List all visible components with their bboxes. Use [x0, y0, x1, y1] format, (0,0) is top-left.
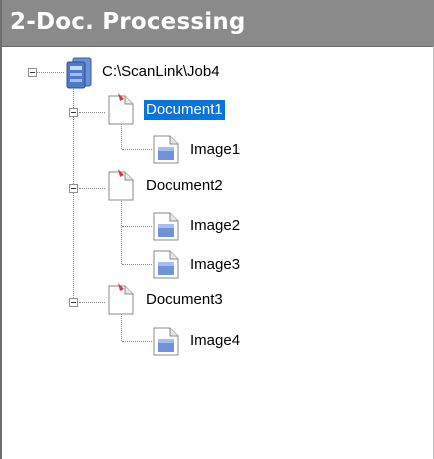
image-icon: [153, 250, 179, 279]
tree-connector: [36, 72, 64, 73]
tree-node-document2[interactable]: Document2: [144, 176, 225, 196]
tree-connector: [79, 302, 105, 303]
tree-node-image4[interactable]: Image4: [188, 331, 242, 351]
tree-node-document1[interactable]: Document1: [144, 100, 225, 120]
tree-node-image3[interactable]: Image3: [188, 255, 242, 275]
image-icon: [153, 327, 179, 356]
tree-connector: [121, 195, 122, 264]
tree-connector: [122, 149, 152, 150]
collapse-toggle-root[interactable]: [28, 68, 37, 77]
collapse-toggle-document3[interactable]: [69, 298, 78, 307]
tree-connector: [122, 341, 152, 342]
tree-root-label[interactable]: C:\ScanLink\Job4: [100, 62, 222, 82]
collapse-toggle-document2[interactable]: [69, 184, 78, 193]
tree-node-document3[interactable]: Document3: [144, 290, 225, 310]
tree-node-image2[interactable]: Image2: [188, 216, 242, 236]
tree-node-image1[interactable]: Image1: [188, 140, 242, 160]
document-icon: [108, 93, 134, 125]
tree-connector: [79, 112, 105, 113]
document-icon: [108, 283, 134, 315]
image-icon: [153, 135, 179, 164]
tree-connector: [122, 226, 152, 227]
panel-title-bar: 2-Doc. Processing: [2, 0, 434, 47]
tree-connector: [79, 188, 105, 189]
document-processing-panel: 2-Doc. Processing C:\ScanLink\Job4 Docum…: [0, 0, 434, 459]
panel-title: 2-Doc. Processing: [10, 9, 246, 35]
collapse-toggle-document1[interactable]: [69, 108, 78, 117]
image-icon: [153, 212, 179, 241]
tree-connector: [122, 264, 152, 265]
scanner-folder-icon: [66, 57, 92, 89]
document-icon: [108, 169, 134, 201]
